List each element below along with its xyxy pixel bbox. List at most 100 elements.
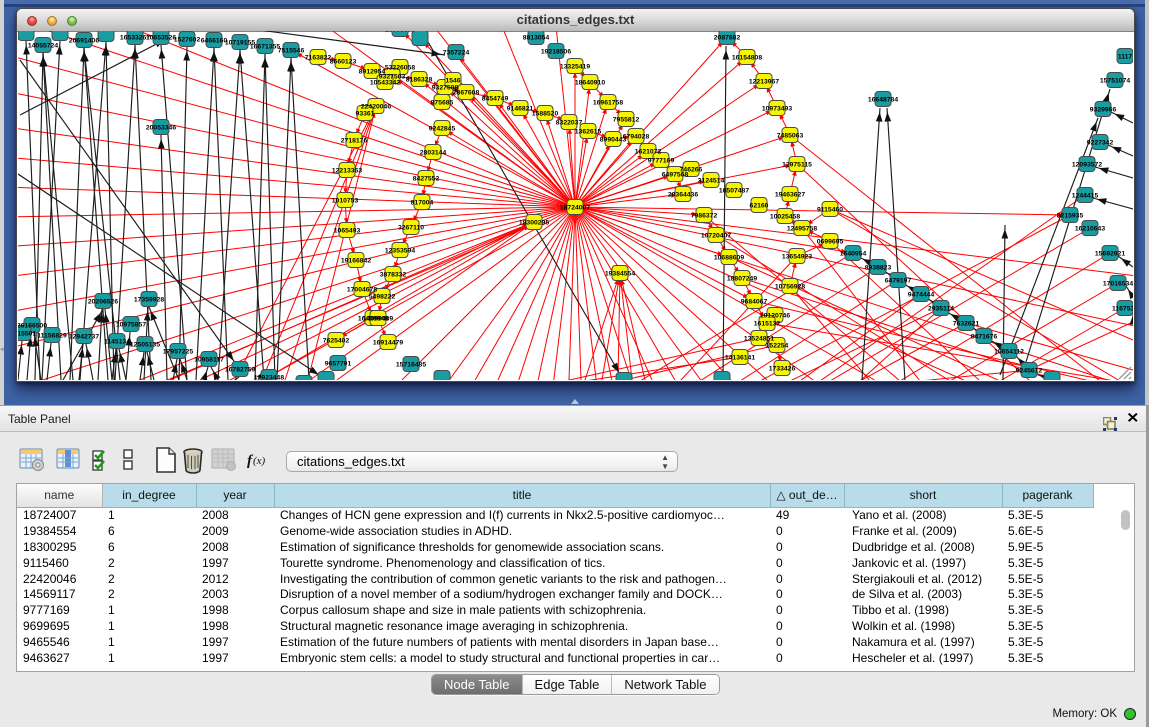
svg-text:2718176: 2718176 [341, 138, 368, 145]
svg-text:16782759: 16782759 [225, 367, 255, 374]
svg-text:15751074: 15751074 [1100, 78, 1130, 85]
svg-text:10120746: 10120746 [760, 313, 790, 320]
svg-text:9777169: 9777169 [648, 158, 675, 165]
svg-text:20364436: 20364436 [668, 192, 698, 199]
svg-text:17957225: 17957225 [163, 349, 193, 356]
svg-text:10654112: 10654112 [994, 349, 1024, 356]
svg-text:1244415: 1244415 [1072, 193, 1099, 200]
svg-text:9657791: 9657791 [325, 361, 352, 368]
svg-text:18807249: 18807249 [727, 276, 757, 283]
svg-text:10958117: 10958117 [194, 357, 224, 364]
svg-text:9227342: 9227342 [1087, 140, 1114, 147]
svg-text:5498222: 5498222 [369, 294, 396, 301]
svg-text:10653526: 10653526 [146, 35, 176, 42]
svg-text:9684067: 9684067 [741, 299, 768, 306]
svg-text:17016534: 17016534 [1103, 281, 1133, 288]
svg-text:875685: 875685 [431, 100, 454, 107]
svg-text:817004: 817004 [411, 200, 434, 207]
svg-text:10973493: 10973493 [762, 106, 792, 113]
svg-text:7515546: 7515546 [278, 48, 305, 55]
svg-text:1065493: 1065493 [334, 228, 361, 235]
svg-text:62160: 62160 [750, 203, 769, 210]
svg-text:12505135: 12505135 [130, 342, 160, 349]
svg-text:10756928: 10756928 [775, 284, 805, 291]
svg-text:10720407: 10720407 [701, 233, 731, 240]
svg-text:16154808: 16154808 [732, 55, 762, 62]
svg-text:16914479: 16914479 [373, 340, 403, 347]
svg-text:16033809: 16033809 [385, 27, 415, 34]
svg-text:12495758: 12495758 [787, 226, 817, 233]
svg-text:9242845: 9242845 [429, 126, 456, 133]
svg-text:22420046: 22420046 [361, 104, 391, 111]
svg-text:7357224: 7357224 [443, 50, 470, 57]
svg-text:6794028: 6794028 [623, 134, 650, 141]
svg-text:26166500: 26166500 [17, 323, 47, 330]
svg-text:9115460: 9115460 [817, 207, 843, 214]
svg-text:10688609: 10688609 [714, 255, 744, 262]
svg-text:1588520: 1588520 [532, 111, 559, 118]
svg-text:3878332: 3878332 [380, 272, 407, 279]
svg-text:15692921: 15692921 [1095, 251, 1125, 258]
svg-text:12213967: 12213967 [749, 79, 779, 86]
svg-text:7955812: 7955812 [613, 117, 640, 124]
svg-text:19463627: 19463627 [775, 192, 805, 199]
svg-text:12942737: 12942737 [69, 334, 99, 341]
svg-text:1167531: 1167531 [1112, 306, 1138, 313]
svg-text:10025458: 10025458 [770, 214, 800, 221]
svg-text:8427552: 8427552 [413, 176, 440, 183]
svg-text:19218506: 19218506 [541, 49, 571, 56]
svg-text:1546: 1546 [445, 78, 460, 85]
svg-text:10975857: 10975857 [116, 322, 146, 329]
svg-text:6479197: 6479197 [885, 278, 912, 285]
svg-text:19166842: 19166842 [341, 258, 371, 265]
svg-text:6466160: 6466160 [201, 38, 228, 45]
svg-text:9474444: 9474444 [908, 292, 935, 299]
svg-text:3124514: 3124514 [698, 178, 725, 185]
svg-text:2935114: 2935114 [928, 306, 954, 313]
svg-text:14099489: 14099489 [363, 316, 393, 323]
svg-text:3915501: 3915501 [10, 331, 37, 338]
svg-text:18640910: 18640910 [575, 80, 605, 87]
svg-text:7625402: 7625402 [323, 338, 350, 345]
svg-text:11156829: 11156829 [37, 333, 67, 340]
svg-text:20053346: 20053346 [146, 125, 176, 132]
svg-text:0699695: 0699695 [817, 239, 844, 246]
svg-text:12353594: 12353594 [385, 248, 415, 255]
svg-text:(x): (x) [253, 455, 266, 467]
svg-text:7632621: 7632621 [953, 321, 980, 328]
svg-text:16507487: 16507487 [719, 188, 749, 195]
svg-text:8813054: 8813054 [523, 35, 550, 42]
svg-text:10543342: 10543342 [370, 80, 400, 87]
svg-text:19384554: 19384554 [605, 271, 635, 278]
svg-text:93361: 93361 [356, 111, 375, 118]
svg-text:1362615: 1362615 [575, 129, 602, 136]
svg-text:15716485: 15716485 [396, 362, 426, 369]
svg-text:16210643: 16210643 [1075, 226, 1105, 233]
svg-text:12975115: 12975115 [782, 162, 812, 169]
svg-text:13325419: 13325419 [560, 64, 590, 71]
svg-text:1621072: 1621072 [635, 149, 662, 156]
svg-text:14136141: 14136141 [725, 355, 755, 362]
svg-text:1615132: 1615132 [754, 321, 781, 328]
svg-text:7163822: 7163822 [305, 55, 332, 62]
svg-text:9146821: 9146821 [507, 106, 534, 113]
svg-text:12213363: 12213363 [332, 168, 362, 175]
svg-text:2803144: 2803144 [420, 150, 447, 157]
svg-text:13524851: 13524851 [744, 336, 774, 343]
svg-text:7986372: 7986372 [691, 213, 718, 220]
svg-text:152254: 152254 [766, 343, 789, 350]
svg-text:3267110: 3267110 [398, 225, 424, 232]
svg-text:8186328: 8186328 [406, 77, 433, 84]
svg-text:8938823: 8938823 [865, 265, 892, 272]
svg-text:1733426: 1733426 [769, 366, 796, 373]
svg-text:20206526: 20206526 [88, 299, 118, 306]
svg-text:9329966: 9329966 [1090, 107, 1117, 114]
svg-text:9245612: 9245612 [1016, 368, 1043, 375]
svg-text:2087682: 2087682 [714, 35, 741, 42]
svg-text:1117: 1117 [1118, 54, 1133, 61]
svg-text:1145134: 1145134 [104, 339, 130, 346]
svg-text:20691406: 20691406 [69, 38, 99, 45]
svg-text:8215935: 8215935 [1057, 213, 1084, 220]
svg-text:16961758: 16961758 [593, 100, 623, 107]
svg-text:17004678: 17004678 [347, 287, 377, 294]
